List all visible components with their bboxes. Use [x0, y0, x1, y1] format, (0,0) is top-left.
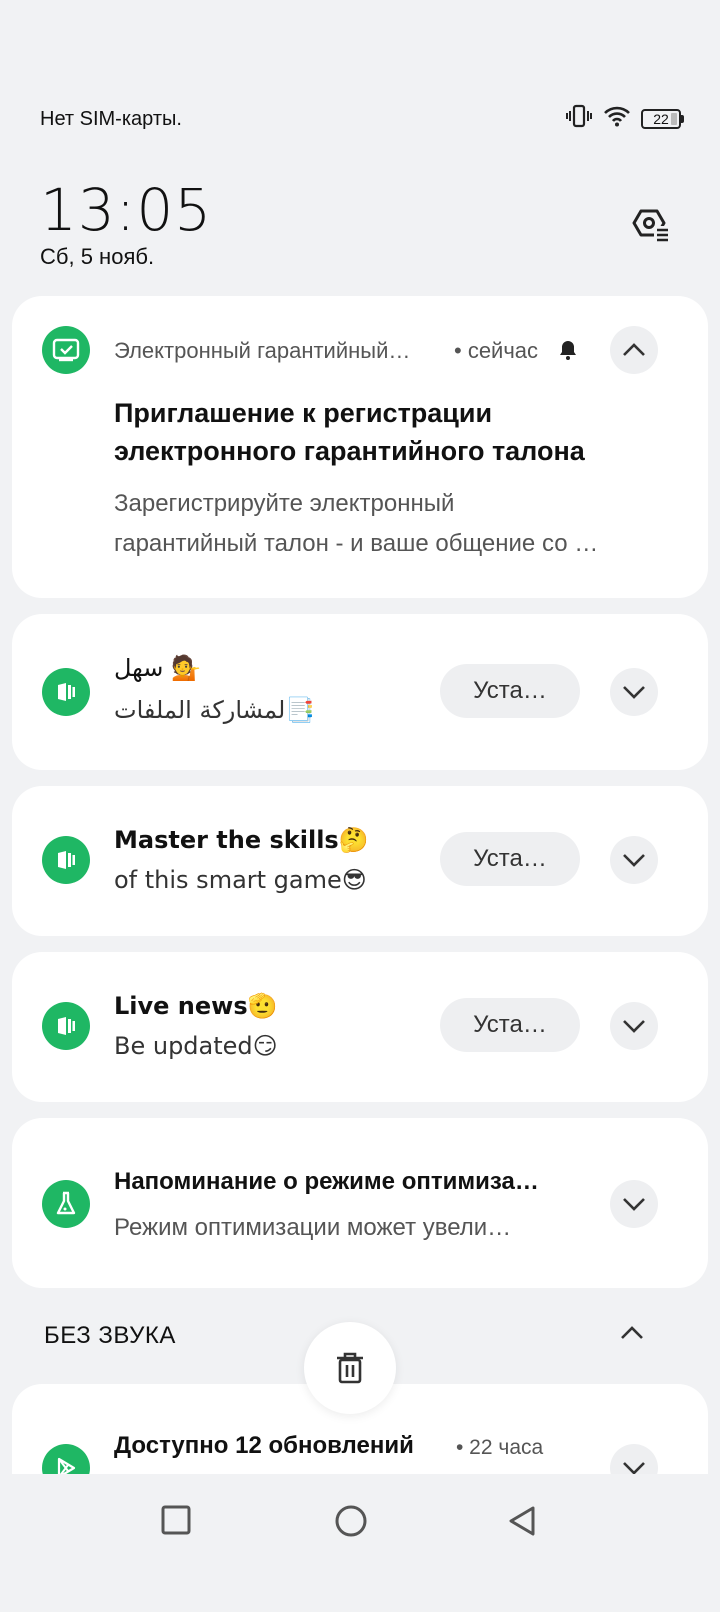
notification-title: Live news🫡 [114, 992, 278, 1020]
silent-section-label: БЕЗ ЗВУКА [44, 1322, 176, 1349]
warranty-card-icon [42, 326, 90, 374]
wifi-icon [603, 105, 631, 132]
install-button[interactable]: Уста… [440, 998, 580, 1052]
notification-time: • 22 часа [456, 1436, 544, 1459]
expand-button[interactable] [610, 1002, 658, 1050]
app-name: Электронный гарантийный… [114, 338, 411, 363]
notification-title: Доступно 12 обновлений [114, 1432, 414, 1459]
store-icon [42, 836, 90, 884]
clock-time: 13:05 [40, 176, 213, 244]
notification-body-line2: гарантийный талон - и ваше общение со … [114, 530, 599, 557]
notification-title: سهل 💁 [114, 654, 201, 682]
battery-level: 22 [653, 110, 669, 127]
clock-date: Сб, 5 нояб. [40, 244, 155, 269]
notification-card-ad-1[interactable]: سهل 💁 لمشاركة الملفات📑 Уста… [12, 614, 708, 770]
home-button[interactable] [334, 1504, 368, 1543]
navigation-bar [0, 1474, 720, 1612]
notification-card-optimization[interactable]: Напоминание о режиме оптимиза… Режим опт… [12, 1118, 708, 1288]
vibrate-icon [565, 104, 593, 133]
install-button[interactable]: Уста… [440, 832, 580, 886]
notification-title: Напоминание о режиме оптимиза… [114, 1168, 539, 1195]
battery-icon: 22 [641, 108, 681, 129]
collapse-button[interactable] [610, 326, 658, 374]
back-button[interactable] [506, 1504, 538, 1543]
notification-time: • сейчас [454, 338, 539, 363]
install-button[interactable]: Уста… [440, 664, 580, 718]
settings-icon[interactable] [626, 200, 672, 246]
status-icons: 22 [565, 104, 684, 133]
section-collapse-icon[interactable] [620, 1326, 644, 1345]
store-icon [42, 1002, 90, 1050]
notification-title-line1: Приглашение к регистрации [114, 398, 493, 428]
notification-card-ad-3[interactable]: Live news🫡 Be updated😏 Уста… [12, 952, 708, 1102]
notification-title-line2: электронного гарантийного талона [114, 436, 585, 466]
notification-body: لمشاركة الملفات📑 [114, 696, 316, 724]
store-icon [42, 668, 90, 716]
trash-icon [337, 1352, 363, 1384]
recents-button[interactable] [160, 1504, 192, 1541]
notification-body: of this smart game😎 [114, 866, 367, 894]
expand-button[interactable] [610, 668, 658, 716]
notification-body: Режим оптимизации может увели… [114, 1214, 512, 1241]
expand-button[interactable] [610, 836, 658, 884]
notification-title: Master the skills🤔 [114, 826, 369, 854]
flask-icon [42, 1180, 90, 1228]
clear-all-button[interactable] [304, 1322, 396, 1414]
bell-icon [556, 338, 580, 367]
notification-body: Be updated😏 [114, 1032, 278, 1060]
expand-button[interactable] [610, 1180, 658, 1228]
notification-body-line1: Зарегистрируйте электронный [114, 490, 455, 517]
notification-card-warranty[interactable]: Электронный гарантийный… • сейчас Пригла… [12, 296, 708, 598]
notification-card-ad-2[interactable]: Master the skills🤔 of this smart game😎 У… [12, 786, 708, 936]
carrier-label: Нет SIM-карты. [40, 108, 182, 130]
